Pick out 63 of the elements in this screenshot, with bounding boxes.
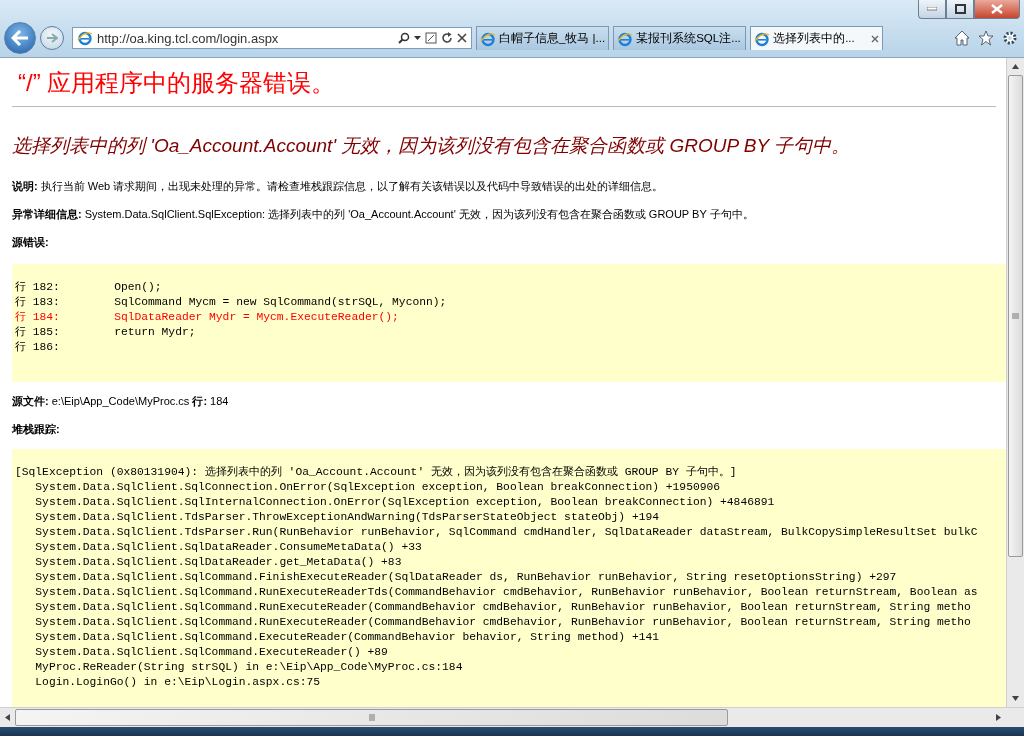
close-tab-icon[interactable] (871, 34, 880, 43)
close-icon (991, 4, 1003, 14)
browser-logo-icon (77, 30, 93, 46)
scroll-up-icon[interactable] (1012, 63, 1019, 70)
star-icon[interactable] (978, 30, 994, 46)
scrollbar-thumb[interactable] (1008, 75, 1023, 557)
minimize-button[interactable] (918, 0, 946, 19)
close-button[interactable] (974, 0, 1020, 19)
code-line: 行 182: Open(); (15, 280, 163, 295)
grip-icon (1012, 313, 1019, 319)
caret-icon[interactable] (414, 36, 421, 40)
code-line: System.Data.SqlClient.SqlDataReader.get_MetaData() +83 (34, 555, 403, 570)
code-line: System.Data.SqlClient.TdsParser.Run(RunBehavior runBehavior, SqlCommand cmdHandler, SqlDataReader dataStream, BulkCopySimpleResultSet bulkC (34, 525, 979, 540)
refresh-icon[interactable] (441, 32, 453, 44)
code-line: System.Data.SqlClient.SqlCommand.RunExecuteReader(CommandBehavior cmdBehavior, RunBehavior runBehavior, Boolean returnStream, String metho (34, 615, 972, 630)
stop-icon[interactable] (457, 33, 467, 43)
description-text: 说明: 执行当前 Web 请求期间，出现未处理的异常。请检查堆栈跟踪信息，以了解有关该错误以及代码中导致错误的出处的详细信息。 (12, 179, 665, 194)
code-line: System.Data.SqlClient.SqlCommand.FinishExecuteReader(SqlDataReader ds, RunBehavior runBehavior, String resetOptionsString) +297 (34, 570, 898, 585)
code-line: System.Data.SqlClient.SqlCommand.ExecuteReader(CommandBehavior behavior, String method) +141 (34, 630, 661, 645)
code-line: System.Data.SqlClient.SqlConnection.OnError(SqlException exception, Boolean breakConnection) +1950906 (34, 480, 722, 495)
scroll-down-icon[interactable] (1012, 695, 1019, 702)
stack-trace-label: 堆栈跟踪: (12, 422, 61, 437)
browser-tab[interactable]: 白帽子信息_牧马 |... (476, 26, 610, 50)
page-title: “/” 应用程序中的服务器错误。 (18, 68, 337, 98)
source-file-text: 源文件: e:\Eip\App_Code\MyProc.cs 行: 184 (12, 394, 230, 409)
grip-icon (368, 714, 375, 721)
compatibility-icon[interactable] (425, 32, 437, 44)
exception-details-text: 异常详细信息: System.Data.SqlClient.SqlException: 选择列表中的列 'Oa_Account.Account' 无效，因为该列没有包含在聚合函数或 GROUP BY 子句中。 (12, 207, 755, 222)
scroll-right-icon[interactable] (995, 714, 1002, 721)
back-button[interactable] (4, 22, 36, 54)
browser-logo-icon (480, 30, 496, 47)
maximize-icon (954, 4, 966, 14)
minimize-icon (927, 7, 937, 11)
code-line: System.Data.SqlClient.SqlCommand.RunExecuteReaderTds(CommandBehavior cmdBehavior, RunBehavior runBehavior, Boolean returnStream, Boolean as (34, 585, 979, 600)
code-line: 行 185: return Mydr; (15, 325, 197, 340)
browser-logo-icon (617, 30, 634, 47)
source-error-label: 源错误: (12, 235, 50, 250)
scroll-left-icon[interactable] (4, 714, 11, 721)
url-text: http://oa.king.tcl.com/login.aspx (97, 30, 280, 46)
address-bar[interactable]: http://oa.king.tcl.com/login.aspx (72, 27, 472, 49)
browser-tab[interactable]: 某报刊系统SQL注... (613, 26, 747, 50)
code-line: System.Data.SqlClient.SqlCommand.ExecuteReader() +89 (34, 645, 389, 660)
settings-icon[interactable] (1002, 30, 1018, 46)
code-line: System.Data.SqlClient.SqlDataReader.ConsumeMetaData() +33 (34, 540, 423, 555)
code-line: System.Data.SqlClient.SqlCommand.RunExecuteReader(CommandBehavior cmdBehavior, RunBehavior runBehavior, Boolean returnStream, String metho (34, 600, 972, 615)
back-arrow-icon (11, 30, 29, 46)
maximize-button[interactable] (946, 0, 974, 19)
code-line: System.Data.SqlClient.TdsParser.ThrowExceptionAndWarning(TdsParserStateObject stateObj) +194 (34, 510, 661, 525)
browser-tab[interactable]: 选择列表中的... (750, 26, 884, 50)
forward-button[interactable] (40, 26, 64, 50)
forward-arrow-icon (46, 33, 58, 43)
code-line: Login.LoginGo() in e:\Eip\Login.aspx.cs:75 (34, 675, 322, 690)
code-line: 行 183: SqlCommand Mycm = new SqlCommand(strSQL, Myconn); (15, 295, 448, 310)
home-icon[interactable] (954, 30, 970, 46)
browser-logo-icon (754, 30, 771, 47)
code-line: 行 184: SqlDataReader Mydr = Mycm.ExecuteReader(); (15, 310, 400, 325)
code-line: [SqlException (0x80131904): 选择列表中的列 'Oa_Account.Account' 无效，因为该列没有包含在聚合函数或 GROUP BY 子句中。] (15, 465, 738, 480)
code-line: MyProc.ReReader(String strSQL) in e:\Eip\App_Code\MyProc.cs:184 (34, 660, 464, 675)
scrollbar-thumb[interactable] (15, 709, 728, 726)
search-icon[interactable] (398, 32, 410, 44)
code-line: 行 186: (15, 340, 61, 355)
code-line: System.Data.SqlClient.SqlInternalConnection.OnError(SqlException exception, Boolean breakConnection) +4846891 (34, 495, 776, 510)
error-message: 选择列表中的列 'Oa_Account.Account' 无效，因为该列没有包含在聚合函数或 GROUP BY 子句中。 (12, 134, 852, 158)
